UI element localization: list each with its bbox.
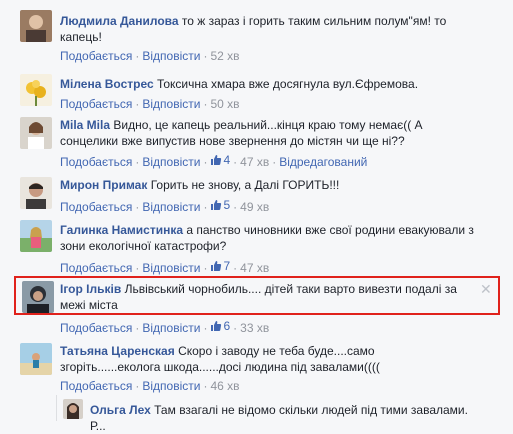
avatar[interactable] — [20, 74, 52, 106]
commenter-name[interactable]: Мирон Примак — [60, 178, 147, 192]
like-count[interactable]: 5 — [210, 197, 230, 213]
timestamp[interactable]: 47 хв — [240, 261, 269, 275]
like-link[interactable]: Подобається — [60, 379, 132, 393]
thumbs-up-icon — [211, 200, 222, 210]
comment-text: згоріть......еколога шкода......досі люд… — [60, 360, 380, 374]
timestamp[interactable]: 50 хв — [210, 97, 239, 111]
commenter-name[interactable]: Мілена Вострес — [60, 77, 154, 91]
commenter-name[interactable]: Галинка Намистинка — [60, 223, 183, 237]
comment-text: Токсична хмара вже досягнула вул.Єфремов… — [156, 77, 419, 91]
reply-thread-line — [56, 395, 57, 421]
commenter-name[interactable]: Mila Mila — [60, 118, 110, 132]
edited-link[interactable]: Відредагований — [279, 155, 367, 169]
like-link[interactable]: Подобається — [60, 200, 132, 214]
thumbs-up-icon — [211, 321, 222, 331]
like-link[interactable]: Подобається — [60, 321, 132, 335]
comment-text: сонцелики вже випустив нове звернення до… — [60, 134, 405, 148]
like-count[interactable]: 7 — [210, 258, 230, 274]
commenter-name[interactable]: Людмила Данилова — [60, 14, 179, 28]
avatar[interactable] — [20, 117, 52, 149]
thumbs-up-icon — [211, 155, 222, 165]
comment-text: то ж зараз і горить таким сильним полум"… — [181, 14, 447, 28]
avatar[interactable] — [20, 10, 52, 42]
timestamp[interactable]: 33 хв — [240, 321, 269, 335]
timestamp[interactable]: 49 хв — [240, 200, 269, 214]
commenter-name[interactable]: Ігор Ільків — [60, 282, 121, 296]
reply-link[interactable]: Відповісти — [142, 261, 200, 275]
like-link[interactable]: Подобається — [60, 49, 132, 63]
reply-link[interactable]: Відповісти — [142, 97, 200, 111]
reply-link[interactable]: Відповісти — [142, 379, 200, 393]
comment-text: Р... — [90, 419, 106, 433]
commenter-name[interactable]: Татьяна Царенская — [60, 344, 175, 358]
reply-link[interactable]: Відповісти — [142, 321, 200, 335]
comment-text: Видно, це капець реальний...кінця краю т… — [113, 118, 423, 132]
avatar[interactable] — [20, 220, 52, 252]
comment-text: Горить не знову, а Далі ГОРИТЬ!!! — [150, 178, 340, 192]
comment-text: Львівський чорнобиль.... дітей таки варт… — [124, 282, 457, 296]
like-count[interactable]: 6 — [210, 318, 230, 334]
comment-text: Скоро і заводу не теба буде....само — [178, 344, 375, 358]
comment-text: межі міста — [60, 298, 118, 312]
commenter-name[interactable]: Ольга Лех — [90, 403, 151, 417]
thumbs-up-icon — [211, 261, 222, 271]
like-link[interactable]: Подобається — [60, 155, 132, 169]
avatar[interactable] — [63, 399, 83, 419]
like-count[interactable]: 4 — [210, 152, 230, 168]
reply-link[interactable]: Відповісти — [142, 155, 200, 169]
avatar[interactable] — [22, 281, 54, 313]
avatar[interactable] — [20, 177, 52, 209]
comment-text: капець! — [60, 30, 102, 44]
comment-text: Там взагалі не відомо скільки людей під … — [154, 403, 468, 417]
comment-text: зони екологічної катастрофи? — [60, 239, 227, 253]
like-link[interactable]: Подобається — [60, 261, 132, 275]
avatar[interactable] — [20, 343, 52, 375]
timestamp[interactable]: 52 хв — [210, 49, 239, 63]
timestamp[interactable]: 47 хв — [240, 155, 269, 169]
comment-text: а панство чиновники вже свої родини евак… — [186, 223, 474, 237]
timestamp[interactable]: 46 хв — [210, 379, 239, 393]
reply-link[interactable]: Відповісти — [142, 49, 200, 63]
like-link[interactable]: Подобається — [60, 97, 132, 111]
reply-link[interactable]: Відповісти — [142, 200, 200, 214]
close-icon[interactable]: ✕ — [480, 282, 492, 296]
